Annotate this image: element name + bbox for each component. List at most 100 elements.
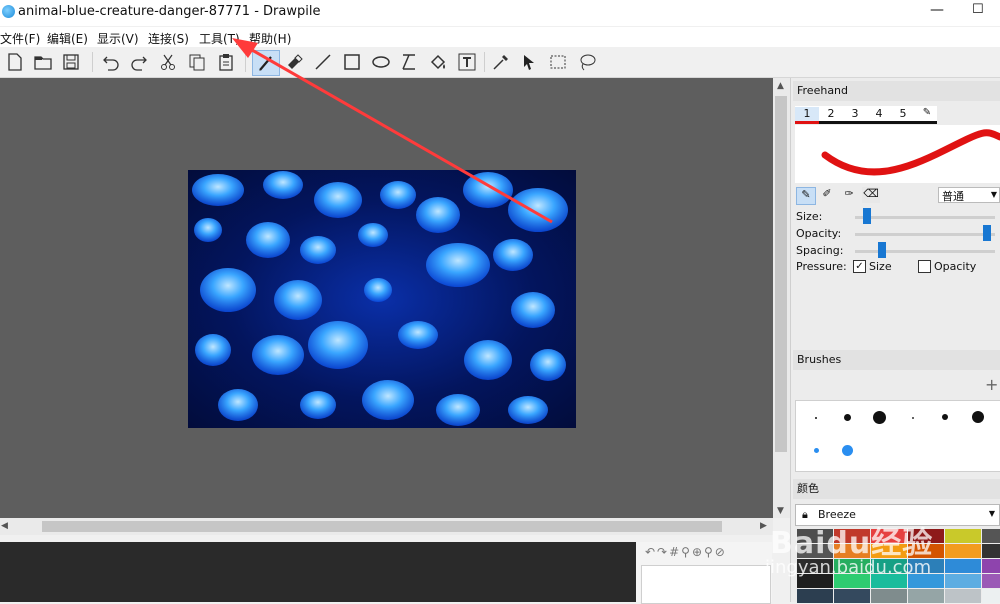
- brush-preset[interactable]: [844, 414, 851, 421]
- paste-icon[interactable]: [215, 51, 237, 73]
- preset-tab-2[interactable]: 2: [819, 107, 843, 121]
- minimize-button[interactable]: —: [930, 2, 946, 22]
- brush-stroke-preview: [795, 125, 1000, 183]
- brush-preset[interactable]: [842, 445, 853, 456]
- color-swatch[interactable]: [908, 589, 944, 603]
- save-icon[interactable]: [60, 51, 82, 73]
- color-picker-icon[interactable]: [490, 51, 512, 73]
- bezier-icon[interactable]: [398, 51, 420, 73]
- size-slider[interactable]: [855, 216, 995, 219]
- toolbar-separator: [245, 52, 246, 72]
- brush-mode-brush-icon[interactable]: ✐: [818, 187, 836, 203]
- drawpile-app-icon: [2, 5, 15, 18]
- spacing-slider-handle[interactable]: [878, 242, 886, 258]
- freehand-panel-title: Freehand: [793, 81, 1000, 101]
- add-brush-button[interactable]: +: [985, 375, 999, 394]
- pressure-label: Pressure:: [796, 260, 847, 273]
- copy-icon[interactable]: [186, 51, 208, 73]
- color-swatch[interactable]: [982, 559, 1000, 573]
- line-icon[interactable]: [312, 51, 334, 73]
- color-swatch[interactable]: [982, 574, 1000, 588]
- color-swatch[interactable]: [982, 544, 1000, 558]
- pressure-opacity-checkbox[interactable]: [918, 260, 931, 273]
- color-swatch[interactable]: [982, 529, 1000, 543]
- chevron-down-icon: ▼: [988, 509, 995, 518]
- spacing-slider[interactable]: [855, 250, 995, 253]
- lasso-icon[interactable]: [576, 51, 598, 73]
- horizontal-scroll-thumb[interactable]: [42, 521, 722, 532]
- brush-preset[interactable]: [814, 448, 819, 453]
- scroll-up-icon[interactable]: ▲: [777, 81, 784, 91]
- size-label: Size:: [796, 210, 823, 223]
- brush-preset[interactable]: [873, 411, 886, 424]
- brush-preset[interactable]: [815, 417, 817, 419]
- chat-input[interactable]: [641, 565, 771, 604]
- selected-preset-marker: [795, 121, 819, 124]
- ellipse-icon[interactable]: [370, 51, 392, 73]
- brush-preset[interactable]: [912, 417, 914, 419]
- scroll-left-icon[interactable]: ◀: [1, 521, 8, 531]
- opacity-slider[interactable]: [855, 233, 995, 236]
- menu-view[interactable]: 显示(V): [97, 30, 139, 47]
- scroll-right-icon[interactable]: ▶: [760, 521, 767, 531]
- color-swatch[interactable]: [982, 589, 1000, 603]
- opacity-slider-handle[interactable]: [983, 225, 991, 241]
- watermark-url: jingyan.baidu.com: [765, 557, 932, 578]
- toolbar-separator: [92, 52, 93, 72]
- freehand-brush-icon[interactable]: [252, 50, 280, 76]
- toolbar-separator: [484, 52, 485, 72]
- brush-mode-eraser-icon[interactable]: ⌫: [862, 187, 880, 203]
- color-swatch[interactable]: [945, 529, 981, 543]
- jellyfish-image: [188, 170, 576, 428]
- opacity-label: Opacity:: [796, 227, 842, 240]
- move-pointer-icon[interactable]: [518, 51, 540, 73]
- spacing-label: Spacing:: [796, 244, 844, 257]
- new-file-icon[interactable]: [4, 51, 26, 73]
- cut-icon[interactable]: [157, 51, 179, 73]
- blend-mode-select[interactable]: 普通 ▼: [938, 187, 1000, 203]
- color-swatch[interactable]: [945, 544, 981, 558]
- text-icon[interactable]: [456, 51, 478, 73]
- preset-tab-4[interactable]: 4: [867, 107, 891, 121]
- color-swatch[interactable]: [871, 589, 907, 603]
- menu-connect[interactable]: 连接(S): [148, 30, 189, 47]
- menu-tools[interactable]: 工具(T): [199, 30, 240, 47]
- redo-icon[interactable]: [128, 51, 150, 73]
- pressure-opacity-label: Opacity: [934, 260, 977, 273]
- color-panel-title: 颜色: [793, 479, 1000, 499]
- watermark-brand: Baidu经验: [770, 526, 934, 561]
- preset-eraser-icon[interactable]: ✎: [915, 107, 939, 121]
- vertical-scroll-thumb[interactable]: [775, 96, 787, 452]
- brush-presets-list: [795, 400, 1000, 472]
- menu-help[interactable]: 帮助(H): [249, 30, 291, 47]
- maximize-button[interactable]: ☐: [972, 2, 988, 22]
- brush-mode-pen-icon[interactable]: ✎: [796, 187, 816, 205]
- pressure-size-checkbox[interactable]: ✓: [853, 260, 866, 273]
- menu-file[interactable]: 文件(F): [0, 30, 40, 47]
- size-slider-handle[interactable]: [863, 208, 871, 224]
- fill-bucket-icon[interactable]: [427, 51, 449, 73]
- menu-edit[interactable]: 编辑(E): [47, 30, 88, 47]
- color-swatch[interactable]: [945, 589, 981, 603]
- color-swatch[interactable]: [945, 559, 981, 573]
- undo-icon[interactable]: [100, 51, 122, 73]
- preset-tab-3[interactable]: 3: [843, 107, 867, 121]
- window-title: animal-blue-creature-danger-87771 - Draw…: [18, 4, 321, 19]
- selection-rect-icon[interactable]: [547, 51, 569, 73]
- chat-panel: [0, 542, 636, 602]
- brush-preset[interactable]: [972, 411, 984, 423]
- brush-preset[interactable]: [942, 414, 948, 420]
- brushes-panel-title: Brushes: [793, 350, 1000, 370]
- open-folder-icon[interactable]: [32, 51, 54, 73]
- preset-tab-5[interactable]: 5: [891, 107, 915, 121]
- color-swatch[interactable]: [797, 589, 833, 603]
- scroll-down-icon[interactable]: ▼: [777, 506, 784, 516]
- color-swatch[interactable]: [945, 574, 981, 588]
- preset-tab-1[interactable]: 1: [795, 107, 819, 121]
- rectangle-icon[interactable]: [341, 51, 363, 73]
- brush-mode-smudge-icon[interactable]: ✑: [840, 187, 858, 203]
- pressure-size-label: Size: [869, 260, 892, 273]
- eraser-icon[interactable]: [283, 51, 305, 73]
- color-swatch[interactable]: [834, 589, 870, 603]
- chat-toolbar-icons[interactable]: ↶↷#⚲⊕⚲⊘: [645, 545, 727, 559]
